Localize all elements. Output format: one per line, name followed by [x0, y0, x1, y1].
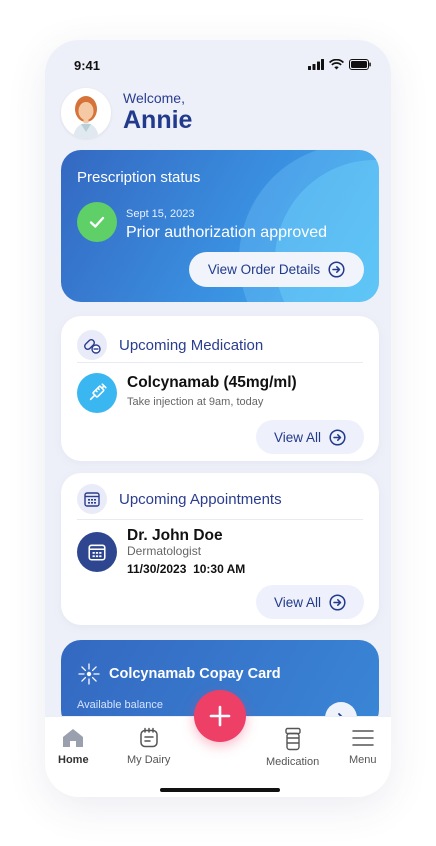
view-all-label: View All [273, 429, 322, 445]
medication-view-all-button[interactable]: View All [256, 420, 364, 454]
status-icons [308, 59, 371, 70]
medication-card-header: Upcoming Medication [77, 330, 263, 360]
medication-card-title: Upcoming Medication [119, 336, 264, 354]
status-time: 9:41 [74, 58, 101, 73]
arrow-circle-right-icon [329, 428, 346, 446]
welcome-text: Welcome, [123, 90, 185, 106]
view-order-details-label: View Order Details [207, 262, 321, 277]
divider [77, 519, 363, 520]
medication-instructions: Take injection at 9am, today [127, 396, 264, 408]
battery-icon [349, 59, 371, 70]
home-indicator [160, 788, 280, 792]
tab-my-dairy-label: My Dairy [127, 754, 171, 766]
prescription-date: Sept 15, 2023 [126, 208, 195, 220]
check-icon [77, 202, 117, 242]
avatar[interactable] [61, 88, 111, 138]
pill-icon [77, 330, 107, 360]
user-name: Annie [123, 106, 193, 134]
sparkle-icon [78, 663, 100, 685]
appointment-datetime: 11/30/2023 10:30 AM [127, 562, 246, 576]
tab-menu-label: Menu [349, 754, 377, 766]
prescription-status-text: Prior authorization approved [126, 224, 328, 241]
prescription-card-title: Prescription status [77, 169, 201, 186]
upcoming-appointments-card: Upcoming Appointments Dr. John Doe Derma… [61, 473, 379, 625]
tab-medication-label: Medication [266, 756, 320, 768]
menu-icon [352, 730, 374, 746]
appointments-card-header: Upcoming Appointments [77, 484, 282, 514]
plus-icon [209, 705, 231, 727]
appointments-view-all-button[interactable]: View All [256, 585, 364, 619]
wifi-icon [329, 59, 344, 70]
tab-home[interactable]: Home [58, 727, 89, 766]
add-button[interactable] [194, 690, 246, 742]
syringe-icon [77, 373, 117, 413]
arrow-circle-right-icon [328, 261, 345, 278]
copay-balance-label: Available balance [77, 699, 164, 711]
tab-menu[interactable]: Menu [349, 727, 377, 766]
view-order-details-button[interactable]: View Order Details [189, 252, 364, 287]
pill-bottle-icon [284, 727, 301, 751]
copay-card-title: Colcynamab Copay Card [109, 666, 281, 682]
tab-medication[interactable]: Medication [266, 727, 319, 768]
arrow-circle-right-icon [329, 593, 346, 611]
tab-my-dairy[interactable]: My Dairy [127, 727, 170, 766]
doctor-name: Dr. John Doe [127, 527, 223, 544]
avatar-illustration [61, 88, 111, 138]
diary-icon [139, 727, 158, 748]
home-icon [63, 729, 84, 747]
calendar-icon [77, 532, 117, 572]
signal-icon [308, 59, 324, 70]
medication-name: Colcynamab (45mg/ml) [127, 374, 297, 391]
divider [77, 362, 363, 363]
tab-home-label: Home [58, 754, 89, 766]
appointments-card-title: Upcoming Appointments [119, 490, 282, 508]
phone-screen: 9:41 Welcome, Annie Prescription status … [45, 40, 391, 797]
doctor-specialty: Dermatologist [127, 544, 202, 558]
view-all-label: View All [273, 594, 322, 610]
calendar-icon [77, 484, 107, 514]
upcoming-medication-card: Upcoming Medication Colcynamab (45mg/ml)… [61, 316, 379, 461]
prescription-status-card: Prescription status Sept 15, 2023 Prior … [61, 150, 379, 302]
